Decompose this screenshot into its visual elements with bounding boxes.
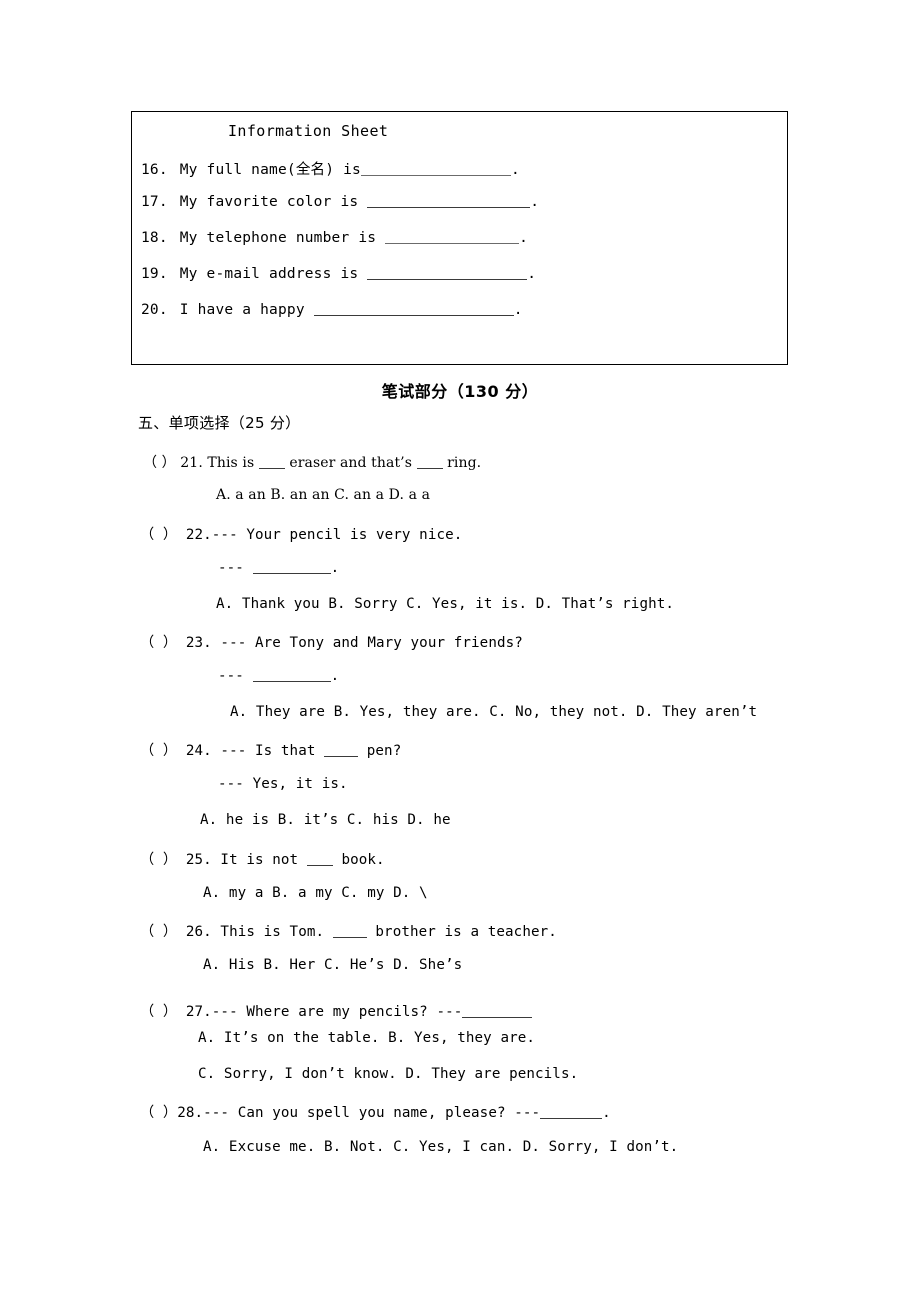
question-27-stem-part-1: （ ） 27.--- Where are my pencils? ---: [140, 1004, 463, 1020]
info-item-18-suffix: .: [519, 230, 529, 246]
info-item-20-blank[interactable]: [313, 304, 514, 316]
info-item-18: 18. My telephone number is .: [141, 230, 528, 246]
question-25-stem: （ ） 25. It is not book.: [140, 849, 385, 869]
question-27-options-row-2[interactable]: C. Sorry, I don’t know. D. They are penc…: [198, 1066, 578, 1082]
info-item-16-suffix: .: [510, 162, 520, 178]
question-21-blank-1[interactable]: [258, 457, 285, 469]
info-item-17-suffix: .: [530, 194, 540, 210]
info-item-17: 17. My favorite color is .: [141, 194, 539, 210]
info-item-18-text: My telephone number is: [179, 230, 386, 246]
info-item-20-suffix: .: [513, 302, 523, 318]
info-item-19-text: My e-mail address is: [179, 266, 368, 282]
info-item-20-text: I have a happy: [179, 302, 314, 318]
page-title: 笔试部分（130 分）: [381, 382, 539, 401]
question-22-reply-dash: ---: [218, 560, 253, 576]
question-21-stem-part-1: （ ） 21. This is: [143, 455, 259, 471]
question-28-stem-part-1: （ ）28.--- Can you spell you name, please…: [140, 1105, 541, 1121]
question-26-stem-part-2: brother is a teacher.: [366, 924, 557, 940]
question-24-options[interactable]: A. he is B. it’s C. his D. he: [200, 812, 451, 828]
question-26-options[interactable]: A. His B. Her C. He’s D. She’s: [203, 957, 462, 973]
question-22-reply: --- .: [218, 560, 339, 576]
question-28-blank[interactable]: [540, 1107, 603, 1119]
info-item-17-text: My favorite color is: [179, 194, 368, 210]
question-25-stem-part-2: book.: [332, 852, 385, 868]
question-28-stem: （ ）28.--- Can you spell you name, please…: [140, 1102, 611, 1122]
info-item-16-text: My full name(全名) is: [179, 162, 361, 178]
info-item-18-number: 18.: [141, 230, 168, 246]
question-25-options[interactable]: A. my a B. a my C. my D. \: [203, 885, 428, 901]
question-24-stem: （ ） 24. --- Is that pen?: [140, 740, 401, 760]
info-item-18-blank[interactable]: [385, 232, 520, 244]
question-22-blank[interactable]: [252, 562, 331, 574]
question-26-stem: （ ） 26. This is Tom. brother is a teache…: [140, 921, 557, 941]
question-21-stem-part-2: eraser and that’s: [284, 455, 417, 471]
question-26-stem-part-1: （ ） 26. This is Tom.: [140, 924, 333, 940]
info-item-17-blank[interactable]: [367, 196, 531, 208]
question-23-reply-suffix: .: [330, 668, 340, 684]
section-heading-five: 五、单项选择（25 分）: [138, 414, 301, 432]
question-26-blank[interactable]: [332, 926, 367, 938]
info-item-19-blank[interactable]: [367, 268, 528, 280]
question-23-reply: --- .: [218, 668, 339, 684]
exam-page: Information Sheet 16. My full name(全名) i…: [0, 0, 920, 1302]
question-25-blank[interactable]: [306, 854, 333, 866]
question-25-stem-part-1: （ ） 25. It is not: [140, 852, 307, 868]
question-28-stem-part-2: .: [602, 1105, 611, 1121]
info-item-19: 19. My e-mail address is .: [141, 266, 536, 282]
question-23-reply-dash: ---: [218, 668, 253, 684]
question-23-options[interactable]: A. They are B. Yes, they are. C. No, the…: [230, 704, 757, 720]
information-sheet-title: Information Sheet: [228, 122, 389, 140]
info-item-17-number: 17.: [141, 194, 168, 210]
info-item-16: 16. My full name(全名) is.: [141, 158, 520, 179]
question-22-options[interactable]: A. Thank you B. Sorry C. Yes, it is. D. …: [216, 596, 674, 612]
info-item-16-number: 16.: [141, 162, 168, 178]
question-21-stem-part-3: ring.: [442, 455, 482, 471]
question-24-reply: --- Yes, it is.: [218, 776, 348, 792]
question-28-options[interactable]: A. Excuse me. B. Not. C. Yes, I can. D. …: [203, 1139, 678, 1155]
question-24-stem-part-2: pen?: [358, 743, 402, 759]
question-21-options[interactable]: A. a an B. an an C. an a D. a a: [216, 487, 430, 503]
question-21-stem: （ ） 21. This is eraser and that’s ring.: [143, 452, 481, 472]
question-21-blank-2[interactable]: [416, 457, 443, 469]
information-sheet-box: Information Sheet 16. My full name(全名) i…: [131, 111, 788, 365]
info-item-20: 20. I have a happy .: [141, 302, 523, 318]
question-23-blank[interactable]: [252, 670, 331, 682]
info-item-16-blank[interactable]: [360, 164, 511, 176]
info-item-19-number: 19.: [141, 266, 168, 282]
question-23-stem: （ ） 23. --- Are Tony and Mary your frien…: [140, 635, 523, 651]
question-24-stem-part-1: （ ） 24. --- Is that: [140, 743, 325, 759]
question-27-stem: （ ） 27.--- Where are my pencils? ---: [140, 1001, 533, 1021]
question-22-stem: （ ） 22.--- Your pencil is very nice.: [140, 527, 463, 543]
question-24-blank[interactable]: [324, 745, 359, 757]
question-22-reply-suffix: .: [330, 560, 340, 576]
info-item-20-number: 20.: [141, 302, 168, 318]
question-27-blank[interactable]: [462, 1006, 533, 1018]
question-27-options-row-1[interactable]: A. It’s on the table. B. Yes, they are.: [198, 1030, 535, 1046]
info-item-19-suffix: .: [527, 266, 537, 282]
